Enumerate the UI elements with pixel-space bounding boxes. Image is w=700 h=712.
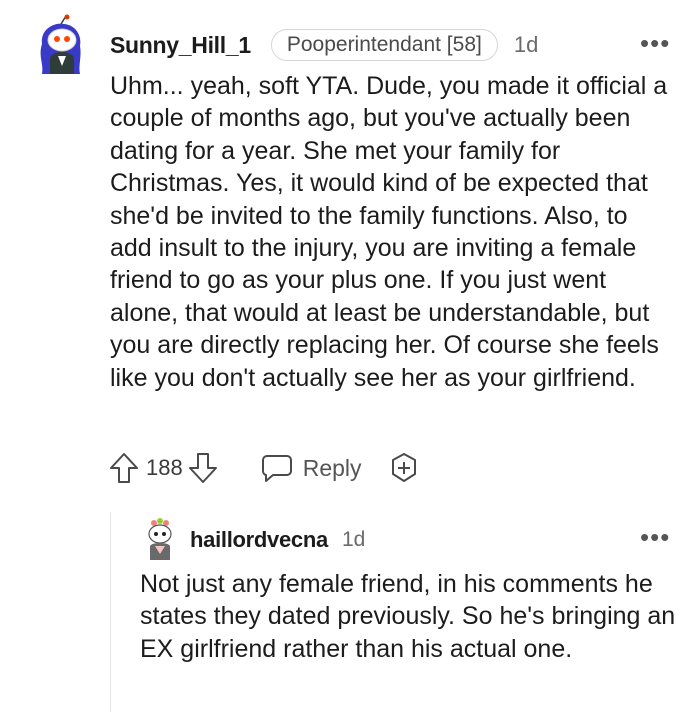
comment-meta: Sunny_Hill_1 Pooperintendant [58] 1d [110, 26, 538, 64]
vote-score: 188 [146, 455, 183, 480]
username[interactable]: Sunny_Hill_1 [110, 32, 251, 59]
downvote-icon[interactable] [187, 451, 219, 485]
comment-meta: haillordvecna 1d [190, 524, 365, 556]
more-options-button[interactable]: ••• [640, 524, 670, 550]
upvote-icon[interactable] [108, 451, 140, 485]
user-avatar[interactable] [36, 14, 86, 76]
comment-age: 1d [513, 32, 539, 57]
award-plus-icon[interactable] [388, 452, 420, 484]
reply-button[interactable]: Reply [261, 453, 362, 483]
reply-bubble-icon [261, 453, 293, 483]
comment-body: Uhm... yeah, soft YTA. Dude, you made it… [110, 72, 668, 392]
user-avatar[interactable] [144, 518, 176, 562]
more-options-button[interactable]: ••• [640, 30, 670, 56]
comment-age: 1d [341, 528, 366, 551]
thread-line[interactable] [110, 512, 111, 712]
username[interactable]: haillordvecna [190, 527, 328, 553]
reply-label: Reply [302, 454, 362, 481]
user-flair: Pooperintendant [58] [270, 29, 498, 61]
comment-body: Not just any female friend, in his comme… [140, 570, 676, 663]
comment-actions: 188 Reply [108, 448, 420, 488]
